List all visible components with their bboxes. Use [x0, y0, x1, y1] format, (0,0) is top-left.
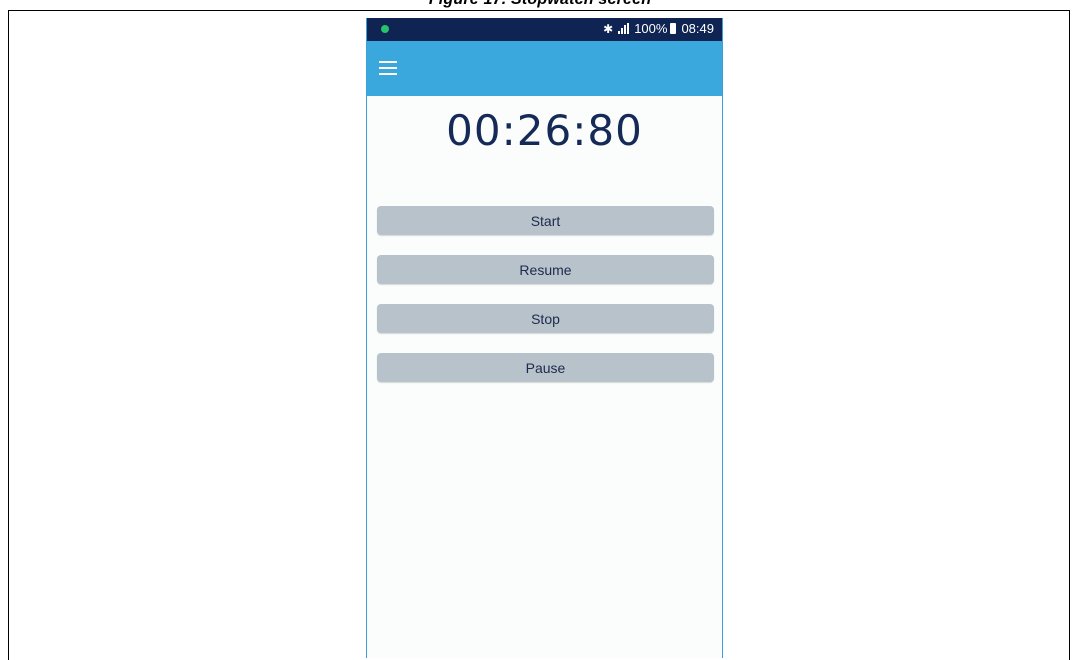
status-time: 08:49 [681, 21, 714, 36]
pause-button[interactable]: Pause [377, 353, 714, 382]
bluetooth-icon: ✱ [603, 21, 614, 36]
start-button[interactable]: Start [377, 206, 714, 235]
battery-icon [670, 23, 677, 34]
phone-screen: ✱ 100% 08:49 00:26:80 Start Resume Stop … [366, 18, 723, 658]
hamburger-menu-icon[interactable] [379, 61, 397, 75]
stopwatch-display: 00:26:80 [446, 106, 643, 155]
signal-icon [618, 23, 630, 34]
status-indicators: ✱ 100% 08:49 [603, 21, 714, 36]
app-bar [367, 41, 722, 96]
stop-button[interactable]: Stop [377, 304, 714, 333]
notification-dot-icon [381, 25, 389, 33]
resume-button[interactable]: Resume [377, 255, 714, 284]
figure-caption: Figure 17. Stopwatch screen [0, 0, 1080, 9]
battery-percent: 100% [634, 21, 668, 36]
control-buttons: Start Resume Stop Pause [377, 206, 714, 402]
status-bar: ✱ 100% 08:49 [367, 18, 722, 41]
